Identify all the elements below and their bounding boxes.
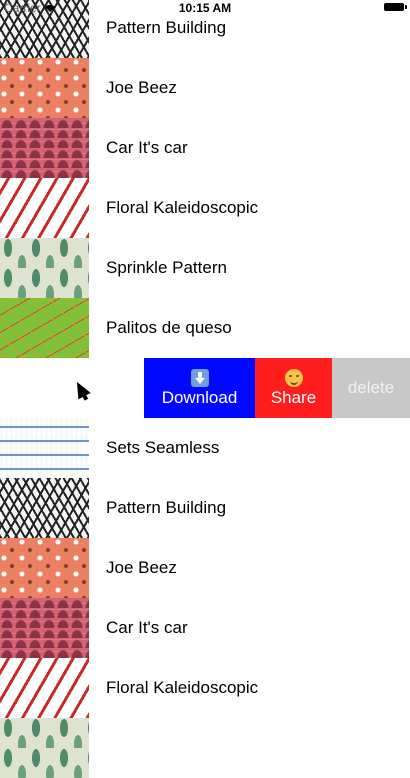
pattern-thumbnail [0, 418, 89, 478]
list-item-title: Sprinkle Pattern [106, 258, 227, 277]
list-item[interactable]: Pattern Building [0, 478, 410, 538]
list-item-title: Joe Beez [106, 78, 177, 97]
swipe-actions-row: Download Share delete [0, 358, 410, 418]
pattern-thumbnail [0, 478, 89, 538]
status-bar: Carrier 10:15 AM [0, 0, 410, 16]
share-label: Share [270, 387, 317, 407]
list-item[interactable]: Palitos de queso [0, 298, 410, 358]
status-time: 10:15 AM [178, 1, 232, 15]
list-item[interactable]: Joe Beez [0, 538, 410, 598]
inbox-tray-icon [190, 368, 209, 387]
list-item[interactable]: Sets Seamless [0, 418, 410, 478]
list-item-title: Floral Kaleidoscopic [106, 678, 259, 697]
list-item-title: Palitos de queso [106, 318, 232, 337]
pattern-thumbnail [0, 298, 89, 358]
list-item-title: Sets Seamless [106, 438, 220, 457]
list-item[interactable]: Sprinkle Pattern [0, 238, 410, 298]
battery-icon [384, 3, 407, 11]
list-item[interactable]: Joe Beez [0, 58, 410, 118]
hugging-face-icon [284, 368, 303, 387]
delete-label: delete [347, 378, 395, 397]
share-button[interactable]: Share [255, 358, 332, 418]
pattern-thumbnail [0, 238, 89, 298]
pattern-thumbnail [0, 718, 89, 778]
list-item[interactable]: Floral Kaleidoscopic [0, 178, 410, 238]
list-item-title: Joe Beez [106, 558, 177, 577]
download-button[interactable]: Download [144, 358, 255, 418]
pattern-thumbnail [0, 118, 89, 178]
list-item-title: Floral Kaleidoscopic [106, 198, 259, 217]
pattern-thumbnail [0, 658, 89, 718]
swipe-actions: Download Share delete [144, 358, 410, 418]
pattern-thumbnail [0, 58, 89, 118]
download-label: Download [161, 387, 238, 407]
list-item[interactable]: Floral Kaleidoscopic [0, 658, 410, 718]
list-item-title: Car It's car [106, 618, 188, 637]
pattern-thumbnail [0, 178, 89, 238]
list-item[interactable] [0, 718, 410, 778]
list-item-title: Car It's car [106, 138, 188, 157]
pattern-thumbnail [0, 538, 89, 598]
list-item[interactable]: Car It's car [0, 118, 410, 178]
list-item[interactable]: Car It's car [0, 598, 410, 658]
delete-button[interactable]: delete [332, 358, 410, 418]
list-item-title: Pattern Building [106, 498, 227, 517]
pattern-thumbnail [0, 598, 89, 658]
